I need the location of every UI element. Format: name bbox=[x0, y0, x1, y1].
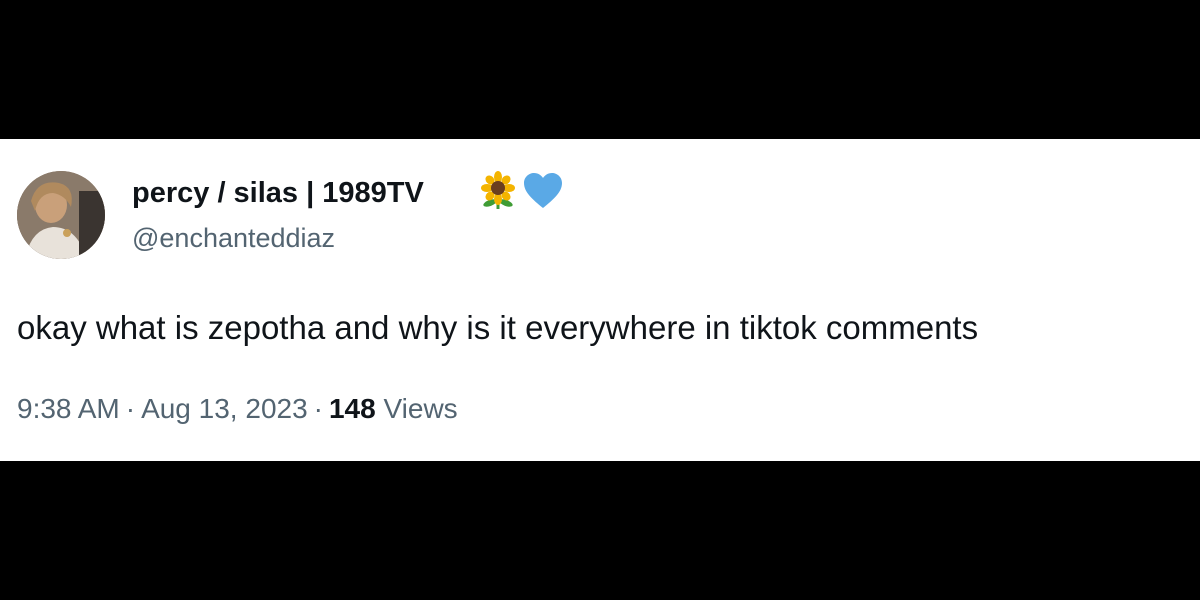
sunflower-icon bbox=[478, 170, 518, 216]
display-name[interactable]: percy / silas | 1989TV bbox=[132, 175, 424, 211]
meta-separator: · bbox=[313, 393, 323, 424]
views-label: Views bbox=[383, 393, 458, 424]
name-emojis bbox=[478, 170, 564, 216]
tweet-card[interactable]: percy / silas | 1989TV @enchanteddiaz ok… bbox=[0, 139, 1200, 461]
tweet-text: okay what is zepotha and why is it every… bbox=[17, 309, 979, 346]
tweet-time[interactable]: 9:38 AM bbox=[17, 393, 120, 424]
tweet-date[interactable]: Aug 13, 2023 bbox=[141, 393, 308, 424]
meta-separator: · bbox=[125, 393, 136, 424]
views-count: 148 bbox=[328, 393, 376, 424]
screenshot-frame: percy / silas | 1989TV @enchanteddiaz ok… bbox=[0, 0, 1200, 600]
user-handle[interactable]: @enchanteddiaz bbox=[132, 221, 335, 255]
blue-heart-icon bbox=[522, 171, 564, 216]
avatar-photo bbox=[17, 171, 105, 259]
avatar[interactable] bbox=[17, 171, 105, 259]
tweet-meta: 9:38 AM · Aug 13, 2023 · 148 Views bbox=[17, 391, 458, 427]
